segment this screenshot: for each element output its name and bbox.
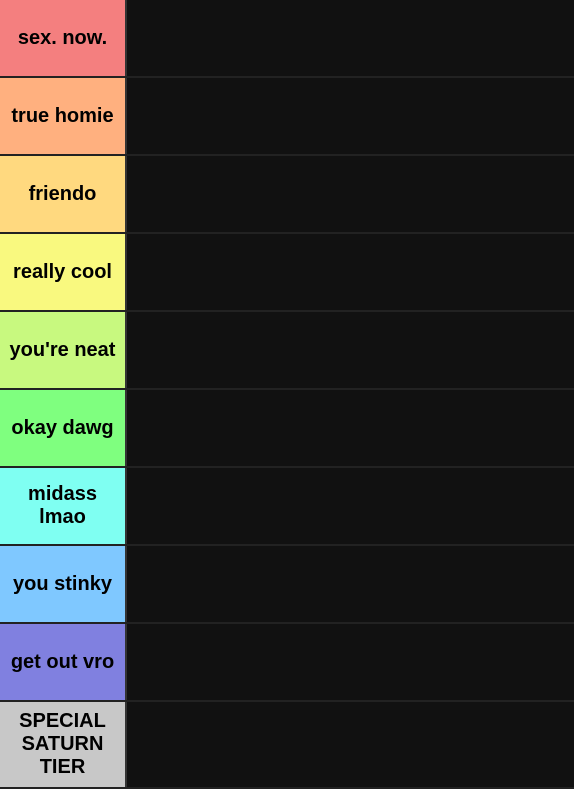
tier-row-you-stinky: you stinky (0, 546, 574, 624)
tier-content-true-homie (125, 78, 574, 154)
tier-row-okay-dawg: okay dawg (0, 390, 574, 468)
tier-list: sex. now.true homiefriendoreally coolyou… (0, 0, 574, 789)
tier-row-get-out-vro: get out vro (0, 624, 574, 702)
tier-label-midass-lmao: midass lmao (0, 468, 125, 544)
tier-content-friendo (125, 156, 574, 232)
tier-row-youre-neat: you're neat (0, 312, 574, 390)
tier-row-special-saturn: SPECIAL SATURN TIER (0, 702, 574, 789)
tier-label-get-out-vro: get out vro (0, 624, 125, 700)
tier-label-friendo: friendo (0, 156, 125, 232)
tier-row-sex-now: sex. now. (0, 0, 574, 78)
tier-label-you-stinky: you stinky (0, 546, 125, 622)
tier-label-youre-neat: you're neat (0, 312, 125, 388)
tier-row-really-cool: really cool (0, 234, 574, 312)
tier-label-okay-dawg: okay dawg (0, 390, 125, 466)
tier-row-true-homie: true homie (0, 78, 574, 156)
tier-content-sex-now (125, 0, 574, 76)
tier-label-true-homie: true homie (0, 78, 125, 154)
tier-content-get-out-vro (125, 624, 574, 700)
tier-label-special-saturn: SPECIAL SATURN TIER (0, 702, 125, 787)
tier-content-youre-neat (125, 312, 574, 388)
tier-content-midass-lmao (125, 468, 574, 544)
tier-content-you-stinky (125, 546, 574, 622)
tier-content-special-saturn (125, 702, 574, 787)
tier-label-really-cool: really cool (0, 234, 125, 310)
tier-content-okay-dawg (125, 390, 574, 466)
tier-label-sex-now: sex. now. (0, 0, 125, 76)
tier-row-friendo: friendo (0, 156, 574, 234)
tier-content-really-cool (125, 234, 574, 310)
tier-row-midass-lmao: midass lmao (0, 468, 574, 546)
